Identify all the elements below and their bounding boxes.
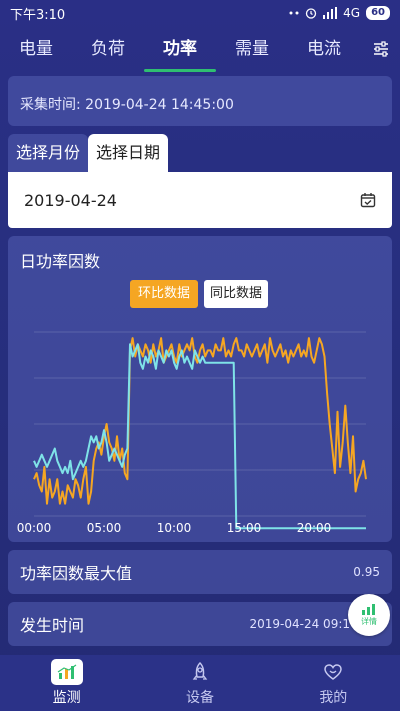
nav-device-label: 设备 (185, 690, 214, 706)
device-icon (192, 661, 208, 680)
status-indicators: 4G 60 (289, 6, 390, 20)
tab-power[interactable]: 功率 (144, 28, 216, 74)
power-factor-chart: 00:00 05:00 10:00 15:00 20:00 (17, 331, 367, 535)
chart-x-tick: 00:00 (17, 521, 52, 535)
tab-demand[interactable]: 需量 (216, 28, 288, 74)
ring-compare-button[interactable]: 环比数据 (130, 280, 199, 308)
collect-time-card: 采集时间: 2019-04-24 14:45:00 (8, 76, 392, 126)
bottom-navigation: 监测 设备 我的 (0, 655, 400, 711)
collect-time-text: 采集时间: 2019-04-24 14:45:00 (20, 97, 234, 113)
select-day-tab[interactable]: 选择日期 (88, 134, 169, 172)
nav-mine-label: 我的 (319, 690, 348, 706)
dots-icon (289, 11, 299, 15)
monitor-icon (50, 659, 83, 685)
category-tabs: 电量 负荷 功率 需量 电流 (0, 28, 400, 74)
filter-settings-icon[interactable] (372, 40, 390, 58)
bar-chart-icon (362, 604, 375, 615)
tab-load[interactable]: 负荷 (72, 28, 144, 74)
chart-series-line-1 (33, 343, 366, 530)
date-mode-selector: 选择月份 选择日期 (8, 134, 169, 172)
occur-time-value: 2019-04-24 09:1 (249, 617, 351, 631)
detail-button[interactable]: 详情 (348, 594, 390, 636)
signal-icon (323, 7, 338, 19)
status-bar: 下午3:10 4G 60 (0, 0, 400, 26)
date-value: 2019-04-24 (24, 190, 117, 210)
yoy-compare-button[interactable]: 同比数据 (204, 280, 269, 308)
detail-label: 详情 (361, 617, 377, 626)
date-input[interactable]: 2019-04-24 (8, 172, 392, 228)
alarm-icon (305, 8, 317, 19)
nav-device[interactable]: 设备 (145, 659, 255, 707)
power-factor-chart-card: 00:00 05:00 10:00 15:00 20:00 日功率因数 环比数据 同比数… (8, 236, 392, 542)
heart-profile-icon (324, 664, 343, 680)
chart-x-tick: 05:00 (87, 521, 122, 535)
tab-energy[interactable]: 电量 (0, 28, 72, 74)
max-power-factor-row: 功率因数最大值 0.95 (8, 550, 392, 594)
select-month-tab[interactable]: 选择月份 (8, 134, 89, 172)
tab-current[interactable]: 电流 (288, 28, 360, 74)
chart-title: 日功率因数 (20, 252, 101, 271)
max-power-factor-label: 功率因数最大值 (20, 564, 133, 583)
network-type: 4G (343, 6, 361, 20)
chart-x-tick: 20:00 (297, 521, 332, 535)
chart-x-tick: 10:00 (157, 521, 192, 535)
nav-monitor-label: 监测 (52, 690, 81, 706)
occur-time-label: 发生时间 (20, 616, 85, 635)
status-time: 下午3:10 (10, 7, 66, 23)
occur-time-row: 发生时间 2019-04-24 09:1 (8, 602, 392, 646)
max-power-factor-value: 0.95 (353, 565, 380, 579)
calendar-icon[interactable] (360, 192, 376, 208)
battery-icon: 60 (366, 6, 390, 20)
nav-monitor[interactable]: 监测 (12, 659, 122, 707)
nav-mine[interactable]: 我的 (278, 659, 388, 707)
chart-x-tick: 15:00 (227, 521, 262, 535)
